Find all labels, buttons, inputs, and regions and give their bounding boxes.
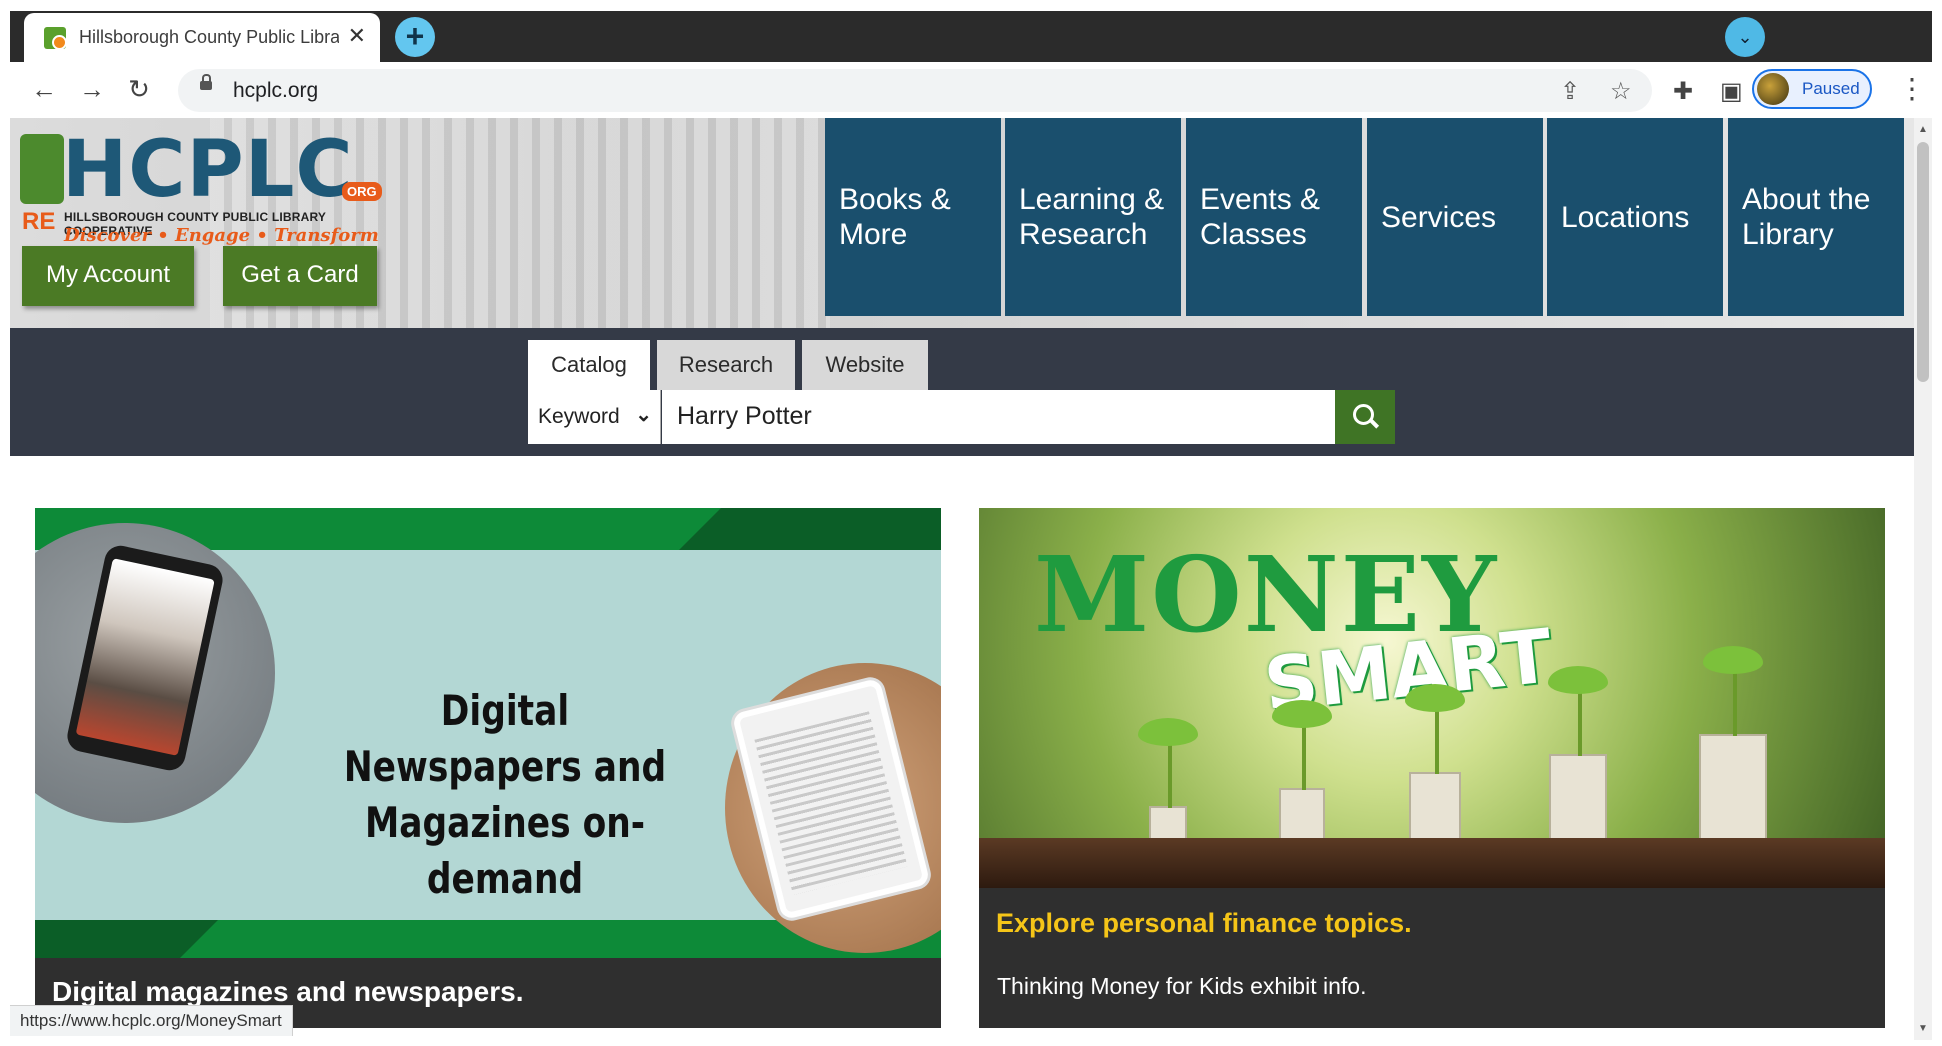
digital-newspapers-image[interactable]: Digital Newspapers and Magazines on-dema… bbox=[35, 508, 941, 958]
logo-re: RE bbox=[22, 208, 56, 235]
tab-search-button[interactable]: ⌄ bbox=[1725, 17, 1765, 57]
site-favicon-icon bbox=[44, 27, 67, 50]
search-band: Catalog Research Website Keyword ⌄ Harry… bbox=[10, 328, 1914, 456]
tab-research[interactable]: Research bbox=[657, 340, 795, 390]
search-icon-handle bbox=[1369, 419, 1380, 429]
link-status-bar: https://www.hcplc.org/MoneySmart bbox=[10, 1005, 293, 1036]
logo-org-badge: ORG bbox=[342, 182, 382, 201]
back-button[interactable]: ← bbox=[28, 74, 60, 106]
page-scrollbar[interactable]: ▲ ▼ bbox=[1914, 118, 1932, 1040]
card-subtitle[interactable]: Thinking Money for Kids exhibit info. bbox=[997, 973, 1366, 1000]
scrollbar-thumb[interactable] bbox=[1917, 142, 1929, 382]
digital-magazines-card[interactable]: Digital Newspapers and Magazines on-dema… bbox=[35, 508, 941, 1028]
share-icon[interactable]: ⇪ bbox=[1560, 77, 1580, 106]
get-card-button[interactable]: Get a Card bbox=[223, 246, 377, 306]
avatar bbox=[1757, 73, 1789, 105]
search-input[interactable]: Harry Potter bbox=[662, 390, 1335, 444]
new-tab-button[interactable]: + bbox=[395, 17, 435, 57]
my-account-button[interactable]: My Account bbox=[22, 246, 194, 306]
image-heading: Digital Newspapers and Magazines on-dema… bbox=[325, 683, 686, 907]
sprout-icon bbox=[1699, 646, 1767, 850]
nav-label-line1: Learning & bbox=[1019, 183, 1165, 216]
profile-button[interactable]: Paused bbox=[1752, 69, 1872, 109]
tab-title: Hillsborough County Public Library Coope… bbox=[79, 27, 339, 47]
nav-about-library[interactable]: About the Library bbox=[1728, 118, 1904, 316]
nav-label-line1: Services bbox=[1381, 200, 1497, 234]
side-panel-icon[interactable]: ▣ bbox=[1720, 77, 1743, 106]
image-heading-line2: Magazines on-demand bbox=[364, 798, 646, 903]
logo-mark-icon bbox=[20, 134, 64, 204]
money-smart-card[interactable]: MONEY SMART Explore personal finance top… bbox=[979, 508, 1885, 1028]
card-title[interactable]: Explore personal finance topics. bbox=[996, 908, 1412, 939]
close-tab-icon[interactable]: ✕ bbox=[348, 23, 366, 49]
tab-catalog[interactable]: Catalog bbox=[528, 340, 650, 390]
tab-strip: Hillsborough County Public Library Coope… bbox=[10, 11, 1932, 62]
nav-label-line2: Research bbox=[1019, 218, 1148, 251]
nav-services[interactable]: Services bbox=[1367, 118, 1543, 316]
nav-label-line1: Books & bbox=[839, 183, 951, 216]
forward-button[interactable]: → bbox=[76, 74, 108, 106]
search-query: Harry Potter bbox=[677, 402, 812, 430]
money-smart-image[interactable]: MONEY SMART bbox=[979, 508, 1885, 888]
scroll-down-icon[interactable]: ▼ bbox=[1918, 1023, 1928, 1034]
card-caption: Explore personal finance topics. Thinkin… bbox=[979, 888, 1885, 1028]
profile-status: Paused bbox=[1802, 79, 1860, 98]
bookmark-star-icon[interactable]: ☆ bbox=[1610, 77, 1632, 106]
reload-button[interactable]: ↻ bbox=[123, 74, 155, 106]
hcplc-logo[interactable]: RE HCPLC ORG HILLSBOROUGH COUNTY PUBLIC … bbox=[20, 125, 390, 246]
search-button[interactable] bbox=[1335, 390, 1395, 444]
nav-events-classes[interactable]: Events & Classes bbox=[1186, 118, 1362, 316]
extensions-icon[interactable]: ✚ bbox=[1673, 77, 1693, 106]
search-scope-select[interactable]: Keyword ⌄ bbox=[528, 390, 661, 444]
nav-label-line1: Locations bbox=[1561, 200, 1690, 234]
nav-label-line2: Library bbox=[1742, 218, 1834, 251]
page-viewport: RE HCPLC ORG HILLSBOROUGH COUNTY PUBLIC … bbox=[10, 118, 1914, 1040]
browser-toolbar: ← → ↻ hcplc.org ⇪ ☆ ✚ ▣ Paused ⋮ bbox=[10, 62, 1932, 118]
search-scope-value: Keyword bbox=[538, 405, 620, 428]
logo-text: HCPLC bbox=[62, 125, 354, 215]
card-title[interactable]: Digital magazines and newspapers. bbox=[52, 976, 523, 1008]
address-url[interactable]: hcplc.org bbox=[233, 79, 318, 103]
scroll-up-icon[interactable]: ▲ bbox=[1918, 124, 1928, 135]
tab-website[interactable]: Website bbox=[802, 340, 928, 390]
image-heading-line1: Digital Newspapers and bbox=[343, 686, 667, 791]
soil bbox=[979, 838, 1885, 888]
lock-icon[interactable] bbox=[200, 74, 212, 90]
nav-label-line2: More bbox=[839, 218, 908, 251]
nav-label-line2: Classes bbox=[1200, 218, 1307, 251]
browser-tab[interactable]: Hillsborough County Public Library Coope… bbox=[24, 13, 380, 62]
address-bar[interactable]: hcplc.org ⇪ ☆ bbox=[178, 69, 1652, 112]
nav-label-line1: Events & bbox=[1200, 183, 1321, 216]
browser-menu-icon[interactable]: ⋮ bbox=[1898, 72, 1926, 105]
nav-learning-research[interactable]: Learning & Research bbox=[1005, 118, 1181, 316]
nav-locations[interactable]: Locations bbox=[1547, 118, 1723, 316]
nav-label-line1: About the bbox=[1742, 183, 1871, 216]
site-header: RE HCPLC ORG HILLSBOROUGH COUNTY PUBLIC … bbox=[10, 118, 1914, 328]
nav-books-more[interactable]: Books & More bbox=[825, 118, 1001, 316]
sprout-icon bbox=[1548, 666, 1608, 850]
chevron-down-icon: ⌄ bbox=[635, 404, 652, 426]
logo-tagline: Discover • Engage • Transform bbox=[64, 225, 379, 246]
